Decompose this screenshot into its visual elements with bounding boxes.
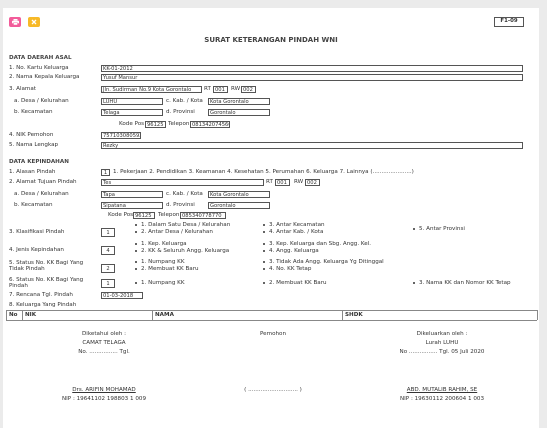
lurah-name: ABD. MUTALIB RAHIM, SE xyxy=(406,387,478,393)
status-pindah-field: 1 xyxy=(101,279,115,288)
letter-page: F1-09 SURAT KETERANGAN PINDAH WNI DATA D… xyxy=(3,8,539,428)
klasifikasi-label: 3. Klasifikasi Pindah xyxy=(9,229,65,235)
section-heading-asal: DATA DAERAH ASAL xyxy=(9,55,72,61)
jenis-field: 4 xyxy=(101,246,115,255)
prov-field: Gorontalo xyxy=(208,109,270,116)
tujuan-desa-field: Tapa xyxy=(101,191,163,198)
tujuan-kec-field: Sipatana xyxy=(101,202,163,209)
status-tidak-label: 5. Status No. KK Bagi Yang Tidak Pindah xyxy=(9,260,84,273)
tujuan-kodepos-field: 96125 xyxy=(133,212,155,219)
tujuan-kab-field: Kota Gorontalo xyxy=(208,191,270,198)
kab-label: c. Kab. / Kota xyxy=(166,98,203,104)
status-pindah-label: 6. Status No. KK Bagi Yang Pindah xyxy=(9,277,84,290)
rt-field: 001 xyxy=(213,86,228,93)
close-icon xyxy=(31,19,37,25)
rw-label: RW xyxy=(231,86,241,92)
tujuan-kodepos-label: Kode Pos xyxy=(108,212,134,218)
camat-number: No. ................ Tgl. xyxy=(78,349,130,355)
tujuan-kab-label: c. Kab. / Kota xyxy=(166,191,203,197)
option-item: 3. Nama KK dan Nomor KK Tetap xyxy=(413,280,511,287)
tujuan-telepon-label: Telepon xyxy=(158,212,180,218)
nik-label: 4. NIK Pemohon xyxy=(9,132,54,138)
close-button[interactable] xyxy=(28,17,40,27)
nik-field: 7571030805920001 xyxy=(101,132,141,139)
section-heading-kepindahan: DATA KEPINDAHAN xyxy=(9,159,69,165)
tujuan-rt-label: RT xyxy=(266,179,273,185)
lurah-nip: NIP : 19630112 200604 1 003 xyxy=(399,396,485,402)
camat-nip: NIP : 19641102 198803 1 009 xyxy=(61,396,147,402)
option-item: 1. Numpang KK xyxy=(135,280,184,287)
table-header-nama: NAMA xyxy=(155,312,174,318)
kodepos-label: Kode Pos xyxy=(119,121,145,127)
desa-label: a. Desa / Kelurahan xyxy=(14,98,69,104)
klasifikasi-field: 1 xyxy=(101,228,115,237)
prov-label: d. Provinsi xyxy=(166,109,195,115)
tujuan-prov-field: Gorontalo xyxy=(208,202,270,209)
form-code: F1-09 xyxy=(494,17,524,27)
table-header-no: No xyxy=(9,312,18,318)
tujuan-prov-label: d. Provinsi xyxy=(166,202,195,208)
no-kk-label: 1. No. Kartu Keluarga xyxy=(9,65,69,71)
tujuan-label: 2. Alamat Tujuan Pindah xyxy=(9,179,77,185)
rt-label: RT xyxy=(204,86,211,92)
keluarga-label: 8. Keluarga Yang Pindah xyxy=(9,302,77,308)
option-item: 4. No. KK Tetap xyxy=(263,266,311,273)
status-tidak-field: 2 xyxy=(101,264,115,273)
tujuan-desa-label: a. Desa / Kelurahan xyxy=(14,191,69,197)
tujuan-rt-field: 001 xyxy=(275,179,290,186)
kab-field: Kota Gorontalo xyxy=(208,98,270,105)
desa-field: LUHU xyxy=(101,98,163,105)
option-item: 2. Membuat KK Baru xyxy=(135,266,199,273)
option-item: 1. Numpang KK xyxy=(135,259,184,266)
option-item: 2. Antar Desa / Kelurahan xyxy=(135,229,213,236)
kepala-field: Yusuf Mansur xyxy=(101,74,523,81)
alamat-label: 3. Alamat xyxy=(9,86,36,92)
telepon-field: 081342074566 xyxy=(190,121,230,128)
option-item: 2. KK & Seluruh Angg. Keluarga xyxy=(135,248,229,255)
tujuan-kec-label: b. Kecamatan xyxy=(14,202,53,208)
table-header-shdk: SHDK xyxy=(345,312,363,318)
tujuan-field: Tes xyxy=(101,179,264,186)
kec-label: b. Kecamatan xyxy=(14,109,53,115)
kec-field: Telaga xyxy=(101,109,163,116)
no-kk-field: KK-01-2012 xyxy=(101,65,523,72)
option-item: 1. Dalam Satu Desa / Kelurahan xyxy=(135,222,230,229)
table-header-nik: NIK xyxy=(25,312,37,318)
issued-by-label: Dikeluarkan oleh : xyxy=(416,331,468,337)
rencana-label: 7. Rencana Tgl. Pindah xyxy=(9,292,73,298)
tujuan-rw-label: RW xyxy=(294,179,304,185)
printer-icon xyxy=(11,19,19,25)
known-by-label: Diketahui oleh : xyxy=(81,331,126,337)
print-button[interactable] xyxy=(9,17,21,27)
alamat-field: Jln. Sudirman No.9 Kota Gorontalo xyxy=(101,86,202,93)
applicant-name: ( ............................ ) xyxy=(244,387,302,393)
option-item: 4. Antar Kab. / Kota xyxy=(263,229,323,236)
kodepos-field: 96125 xyxy=(145,121,166,128)
camat-title: CAMAT TELAGA xyxy=(82,340,126,346)
option-item: 5. Antar Provinsi xyxy=(413,226,465,233)
camat-name: Drs. ARIFIN MOHAMAD xyxy=(72,387,136,393)
option-item: 4. Angg. Keluarga xyxy=(263,248,319,255)
applicant-title: Pemohon xyxy=(260,331,286,337)
nama-label: 5. Nama Lengkap xyxy=(9,142,59,148)
nama-field: Rezky xyxy=(101,142,523,149)
rencana-field: 01-03-2018 xyxy=(101,292,143,299)
tujuan-rw-field: 002 xyxy=(305,179,320,186)
lurah-title: Lurah LUHU xyxy=(425,340,459,346)
option-item: 2. Membuat KK Baru xyxy=(263,280,327,287)
lurah-number: No ................ Tgl. 05 Juli 2020 xyxy=(399,349,485,355)
jenis-label: 4. Jenis Kepindahan xyxy=(9,247,64,253)
page-title: SURAT KETERANGAN PINDAH WNI xyxy=(204,36,338,44)
telepon-label: Telepon xyxy=(168,121,190,127)
kepala-label: 2. Nama Kepala Keluarga xyxy=(9,74,80,80)
alasan-options: 1. Pekerjaan 2. Pendidikan 3. Keamanan 4… xyxy=(113,169,414,175)
option-item: 3. Tidak Ada Angg. Keluarga Yg Ditinggal xyxy=(263,259,384,266)
tujuan-telepon-field: 085340778770 xyxy=(180,212,226,219)
rw-field: 002 xyxy=(241,86,256,93)
alasan-field: 1 xyxy=(101,169,110,176)
option-item: 3. Antar Kecamatan xyxy=(263,222,325,229)
option-item: 1. Kep. Keluarga xyxy=(135,241,187,248)
option-item: 3. Kep. Keluarga dan Sbg. Angg. Kel. xyxy=(263,241,371,248)
alasan-label: 1. Alasan Pindah xyxy=(9,169,56,175)
